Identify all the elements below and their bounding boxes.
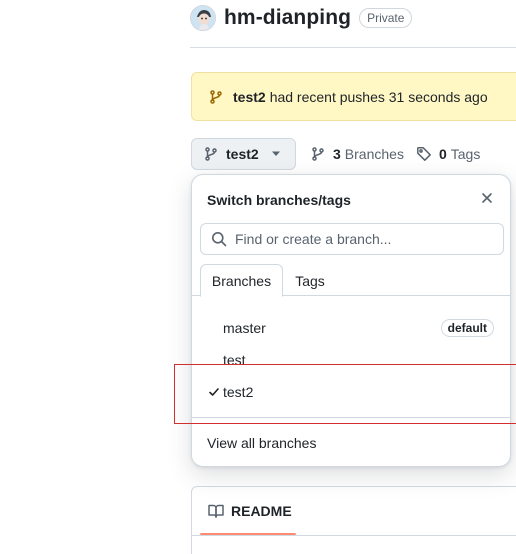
pushed-branch-name[interactable]: test2: [233, 89, 266, 105]
tab-tags[interactable]: Tags: [284, 264, 336, 297]
readme-tab-label: README: [231, 503, 292, 519]
repo-header: hm-dianping Private: [190, 4, 413, 32]
visibility-badge: Private: [359, 8, 413, 28]
highlight-box: [174, 364, 516, 424]
branch-item-name: master: [223, 320, 266, 336]
branch-select-button[interactable]: test2: [191, 138, 296, 170]
branch-picker-tabs: Branches Tags: [192, 263, 510, 297]
header-divider: [190, 47, 516, 48]
branch-search-placeholder: Find or create a branch...: [235, 231, 392, 247]
close-button[interactable]: [479, 190, 495, 206]
branches-link[interactable]: 3 Branches: [310, 146, 404, 162]
repo-name[interactable]: hm-dianping: [224, 6, 351, 30]
readme-box: README: [191, 486, 516, 554]
recent-pushes-text: had recent pushes 31 seconds ago: [269, 88, 488, 105]
branches-label: Branches: [344, 146, 404, 162]
close-icon: [481, 192, 493, 204]
recent-pushes-banner: test2 had recent pushes 31 seconds ago: [191, 72, 516, 121]
readme-header: README: [192, 487, 516, 536]
view-all-branches-link[interactable]: View all branches: [207, 435, 316, 451]
git-branch-icon: [310, 146, 326, 162]
tab-branches[interactable]: Branches: [200, 264, 283, 297]
git-branch-icon: [203, 146, 219, 162]
branches-count: 3: [333, 146, 341, 162]
search-icon: [211, 231, 227, 247]
book-icon: [208, 503, 224, 519]
branch-search-input[interactable]: Find or create a branch...: [200, 223, 504, 255]
triangle-down-icon: [271, 151, 281, 157]
tags-count: 0: [438, 146, 447, 162]
tags-label: Tags: [450, 146, 481, 162]
tag-icon: [416, 146, 432, 162]
branch-picker-title: Switch branches/tags: [207, 192, 351, 208]
avatar[interactable]: [190, 5, 216, 31]
repo-toolbar: test2 3 Branches 0 Tags: [191, 138, 480, 170]
git-branch-icon: [208, 89, 224, 105]
current-branch-label: test2: [226, 146, 259, 162]
readme-tab-underline: [200, 533, 296, 535]
default-badge: default: [440, 319, 494, 337]
branch-item-master[interactable]: master default: [192, 312, 510, 344]
readme-tab[interactable]: README: [208, 503, 292, 519]
tags-link[interactable]: 0 Tags: [416, 146, 480, 162]
